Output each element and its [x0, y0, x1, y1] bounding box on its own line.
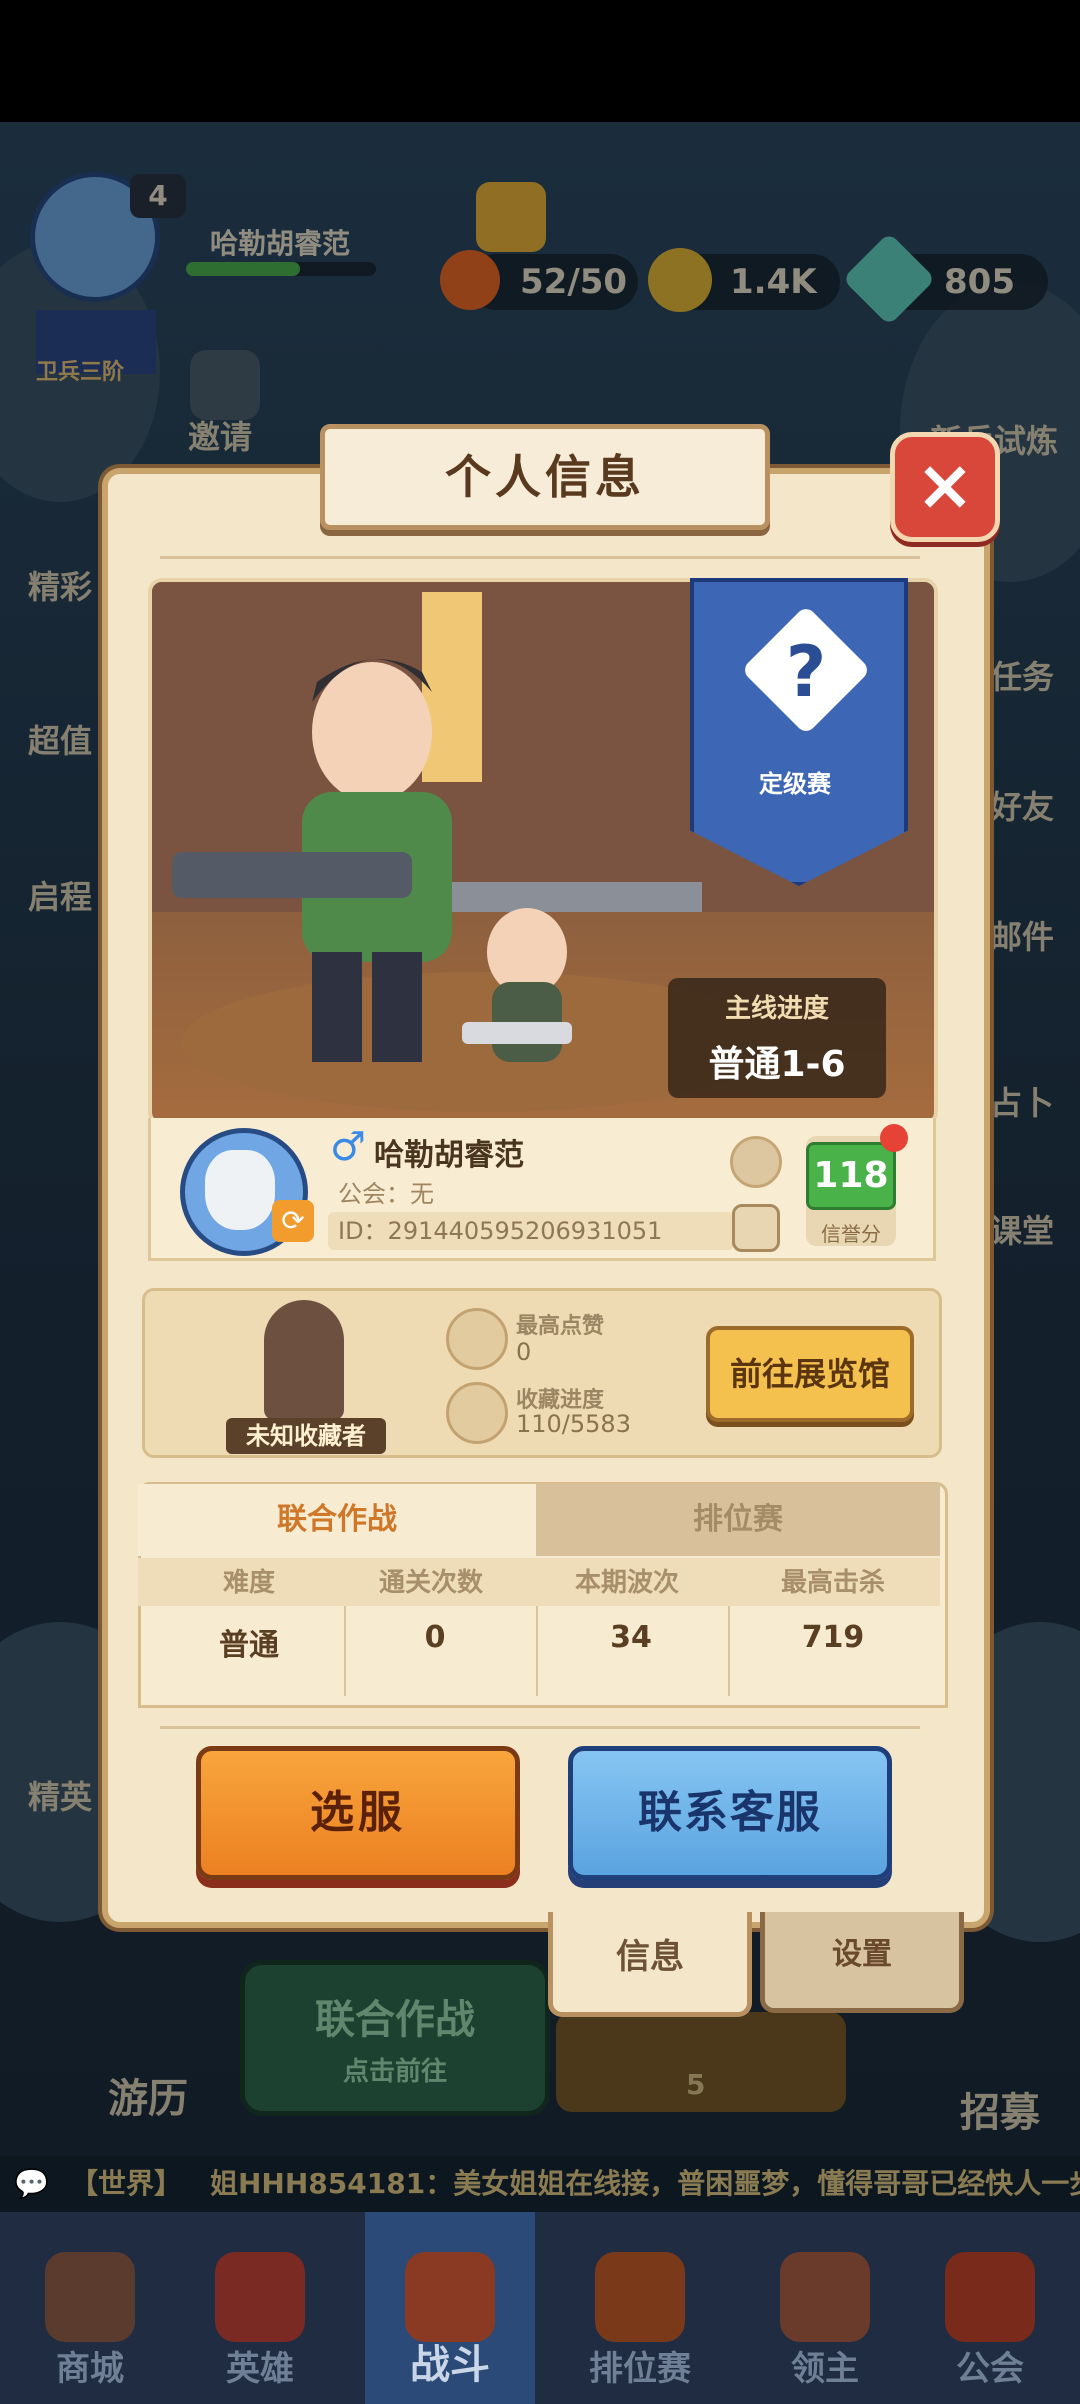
bottom-divider	[160, 1726, 920, 1729]
cell-max-kills: 719	[801, 1620, 865, 1655]
battle-icon	[405, 2252, 495, 2342]
tab-info[interactable]: 信息	[548, 1912, 752, 2017]
cell-difficulty: 普通	[219, 1628, 279, 1663]
header-max-kills: 最高击杀	[780, 1568, 885, 1598]
close-button[interactable]: ×	[890, 432, 1000, 542]
nav-lord-label: 领主	[791, 2349, 859, 2389]
modal-title: 个人信息	[445, 450, 645, 504]
column-separator	[728, 1606, 730, 1696]
top-divider	[160, 556, 920, 559]
world-chat-bar[interactable]: 💬 【世界】 姐HHH854181：美女姐姐在线接，普困噩梦，懂得哥哥已经快人一…	[0, 2156, 1080, 2212]
male-icon: ♂	[330, 1124, 366, 1170]
change-avatar-icon[interactable]: ⟳	[272, 1200, 314, 1242]
tab-ranked-label: 排位赛	[693, 1502, 783, 1537]
trophy-icon	[264, 1300, 344, 1420]
go-to-museum-button[interactable]: 前往展览馆	[706, 1326, 914, 1422]
nav-guild[interactable]: 公会	[905, 2212, 1075, 2404]
main-progress-box: 主线进度 普通1-6	[668, 978, 886, 1098]
rank-label: 定级赛	[759, 770, 831, 798]
credit-score-value: 118	[806, 1142, 896, 1210]
tab-settings-label: 设置	[832, 1937, 892, 1972]
player-name: 哈勒胡睿范	[374, 1138, 524, 1173]
nav-shop[interactable]: 商城	[5, 2212, 175, 2404]
credit-score-label: 信誉分	[821, 1222, 881, 1246]
header-clears: 通关次数	[378, 1568, 483, 1598]
tab-ranked[interactable]: 排位赛	[536, 1484, 940, 1556]
contact-service-button[interactable]: 联系客服	[568, 1746, 892, 1880]
bottom-nav: 商城 英雄 战斗 排位赛 领主 公会	[0, 2212, 1080, 2404]
player-guild: 公会：无	[338, 1180, 434, 1208]
modal-title-ribbon: 个人信息	[320, 424, 770, 530]
nav-ranked[interactable]: 排位赛	[555, 2212, 725, 2404]
nav-heroes[interactable]: 英雄	[175, 2212, 345, 2404]
chat-message: 姐HHH854181：美女姐姐在线接，普困噩梦，懂得哥哥已经快人一步	[210, 2167, 1080, 2200]
nav-guild-label: 公会	[956, 2349, 1024, 2389]
top-likes-value: 0	[516, 1338, 532, 1366]
chat-channel: 【世界】	[70, 2167, 183, 2200]
notification-dot	[880, 1124, 908, 1152]
header-waves: 本期波次	[574, 1568, 679, 1598]
top-likes-label: 最高点赞	[516, 1314, 605, 1339]
edit-name-icon[interactable]	[730, 1136, 782, 1188]
credit-score-box[interactable]: 118 信誉分	[806, 1136, 896, 1246]
question-mark-icon: ?	[785, 631, 827, 713]
ranked-icon	[595, 2252, 685, 2342]
heroes-icon	[215, 2252, 305, 2342]
cell-clears: 0	[424, 1620, 446, 1655]
select-server-button[interactable]: 选服	[196, 1746, 520, 1880]
cell-waves: 34	[610, 1620, 652, 1655]
nav-shop-label: 商城	[56, 2349, 124, 2389]
select-server-label: 选服	[310, 1787, 406, 1838]
museum-button-label: 前往展览馆	[729, 1355, 890, 1393]
tab-coop-label: 联合作战	[277, 1502, 397, 1537]
nav-ranked-label: 排位赛	[589, 2349, 691, 2389]
nav-battle[interactable]: 战斗	[365, 2212, 535, 2404]
tab-info-label: 信息	[616, 1937, 684, 1977]
contact-service-label: 联系客服	[638, 1787, 822, 1838]
header-difficulty: 难度	[222, 1568, 275, 1598]
guild-icon	[945, 2252, 1035, 2342]
nav-lord[interactable]: 领主	[740, 2212, 910, 2404]
copy-id-icon[interactable]	[732, 1204, 780, 1252]
progress-value: 普通1-6	[708, 1044, 846, 1085]
collection-progress-value: 110/5583	[516, 1410, 631, 1438]
avatar-face	[205, 1150, 275, 1230]
lord-icon	[780, 2252, 870, 2342]
trophy-small-icon	[446, 1382, 508, 1444]
nav-battle-label: 战斗	[410, 2342, 490, 2388]
thumbs-up-icon	[446, 1308, 508, 1370]
close-icon: ×	[915, 444, 975, 526]
tab-coop-battle[interactable]: 联合作战	[138, 1484, 536, 1556]
nav-heroes-label: 英雄	[226, 2349, 294, 2389]
progress-label: 主线进度	[724, 994, 829, 1024]
player-id[interactable]: ID：291440595206931051	[328, 1212, 734, 1250]
chat-bubble-icon: 💬	[14, 2167, 49, 2200]
collector-title: 未知收藏者	[226, 1418, 386, 1454]
shop-icon	[45, 2252, 135, 2342]
tab-settings[interactable]: 设置	[760, 1912, 964, 2013]
